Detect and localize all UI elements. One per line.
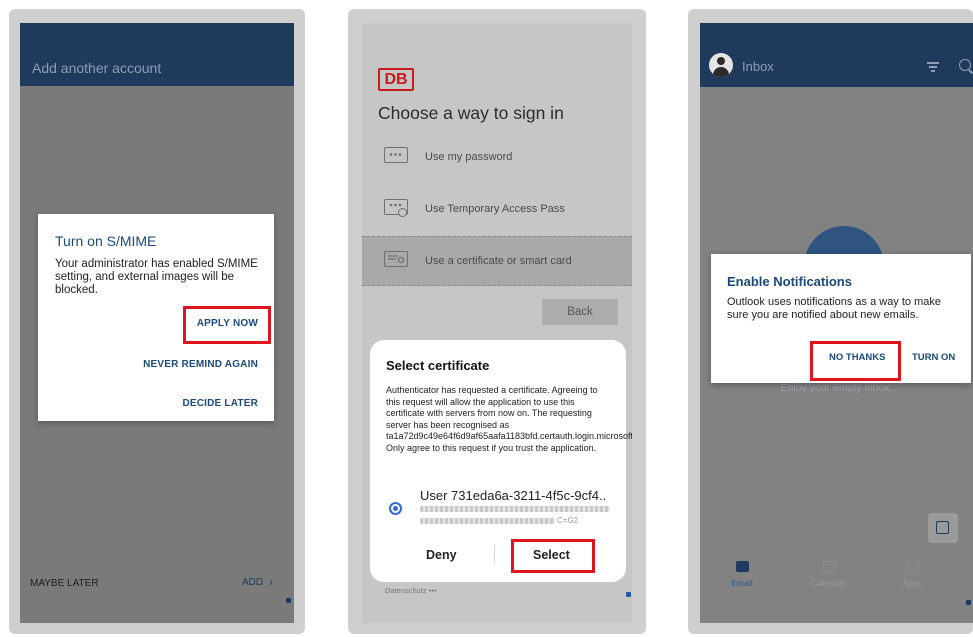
option-label: Use Temporary Access Pass [425, 203, 565, 215]
highlight-box-select [511, 539, 595, 573]
filter-icon[interactable] [927, 61, 939, 72]
empty-inbox-text: Enjoy your empty inbox. [780, 382, 893, 394]
option-use-password[interactable]: Use my password [362, 133, 632, 183]
phone-frame-db-signin: DB Choose a way to sign in Use my passwo… [348, 9, 646, 634]
dialog-title: Enable Notifications [727, 274, 852, 289]
certificate-details-redacted [420, 506, 610, 512]
dialog-message: Your administrator has enabled S/MIME se… [55, 258, 258, 296]
avatar[interactable] [709, 53, 733, 77]
phone-screen-db-signin: DB Choose a way to sign in Use my passwo… [362, 23, 632, 623]
option-certificate-smart-card[interactable]: Use a certificate or smart card [362, 236, 632, 286]
certificate-name[interactable]: User 731eda6a-3211-4f5c-9cf4.. [420, 488, 606, 503]
status-dot-icon [626, 592, 631, 597]
phone-screen-outlook-inbox: Inbox Enjoy your empty inbox. Enable Not… [700, 23, 973, 623]
turn-on-button[interactable]: TURN ON [912, 352, 955, 363]
back-button[interactable]: Back [542, 299, 618, 325]
tab-apps[interactable]: Apps [882, 561, 942, 588]
tab-label: Apps [902, 578, 922, 588]
certificate-icon [384, 251, 408, 267]
highlight-box-no-thanks [810, 341, 901, 381]
tab-email[interactable]: Email [712, 561, 772, 588]
chevron-right-icon: › [269, 575, 273, 589]
tab-label: Calendar [811, 578, 847, 588]
certificate-details-redacted [420, 518, 555, 524]
dialog-message: Outlook uses notifications as a way to m… [727, 296, 941, 321]
tab-calendar[interactable]: Calendar [799, 561, 859, 588]
phone-frame-outlook-inbox: Inbox Enjoy your empty inbox. Enable Not… [688, 9, 973, 634]
page-title: Inbox [742, 59, 774, 74]
search-icon[interactable] [959, 59, 971, 71]
dialog-title: Turn on S/MIME [55, 233, 157, 249]
deny-button[interactable]: Deny [426, 548, 457, 562]
db-logo: DB [378, 68, 414, 91]
add-button[interactable]: ADD [242, 577, 263, 588]
certificate-suffix: C=G2 [557, 516, 579, 525]
app-bar: Inbox [700, 23, 973, 87]
compose-button[interactable] [928, 513, 958, 543]
option-label: Use a certificate or smart card [425, 255, 572, 267]
decide-later-button[interactable]: DECIDE LATER [182, 398, 258, 409]
status-dot-icon [286, 598, 291, 603]
option-temporary-access-pass[interactable]: Use Temporary Access Pass [362, 185, 632, 235]
option-label: Use my password [425, 151, 513, 163]
phone-frame-smime: Add another account Turn on S/MIME Your … [9, 9, 305, 634]
password-icon [384, 147, 408, 163]
highlight-box-apply-now [183, 306, 271, 344]
page-title: Add another account [32, 60, 162, 76]
page-title: Choose a way to sign in [378, 103, 564, 123]
temporary-pass-icon [384, 199, 408, 217]
dialog-title: Select certificate [386, 358, 490, 373]
status-dot-icon [966, 600, 971, 605]
never-remind-again-button[interactable]: NEVER REMIND AGAIN [143, 359, 258, 370]
button-divider [494, 545, 495, 563]
app-bar: Add another account [20, 23, 294, 86]
maybe-later-button[interactable]: MAYBE LATER [30, 578, 99, 589]
tab-label: Email [731, 578, 753, 588]
certificate-radio[interactable] [389, 502, 402, 515]
phone-screen-smime: Add another account Turn on S/MIME Your … [20, 23, 294, 623]
calendar-icon [822, 561, 836, 572]
mail-icon [735, 561, 749, 572]
compose-icon [936, 521, 949, 534]
apps-icon [905, 561, 919, 572]
dialog-message: Authenticator has requested a certificat… [386, 385, 632, 453]
privacy-link[interactable]: Datenschutz ••• [385, 586, 437, 595]
